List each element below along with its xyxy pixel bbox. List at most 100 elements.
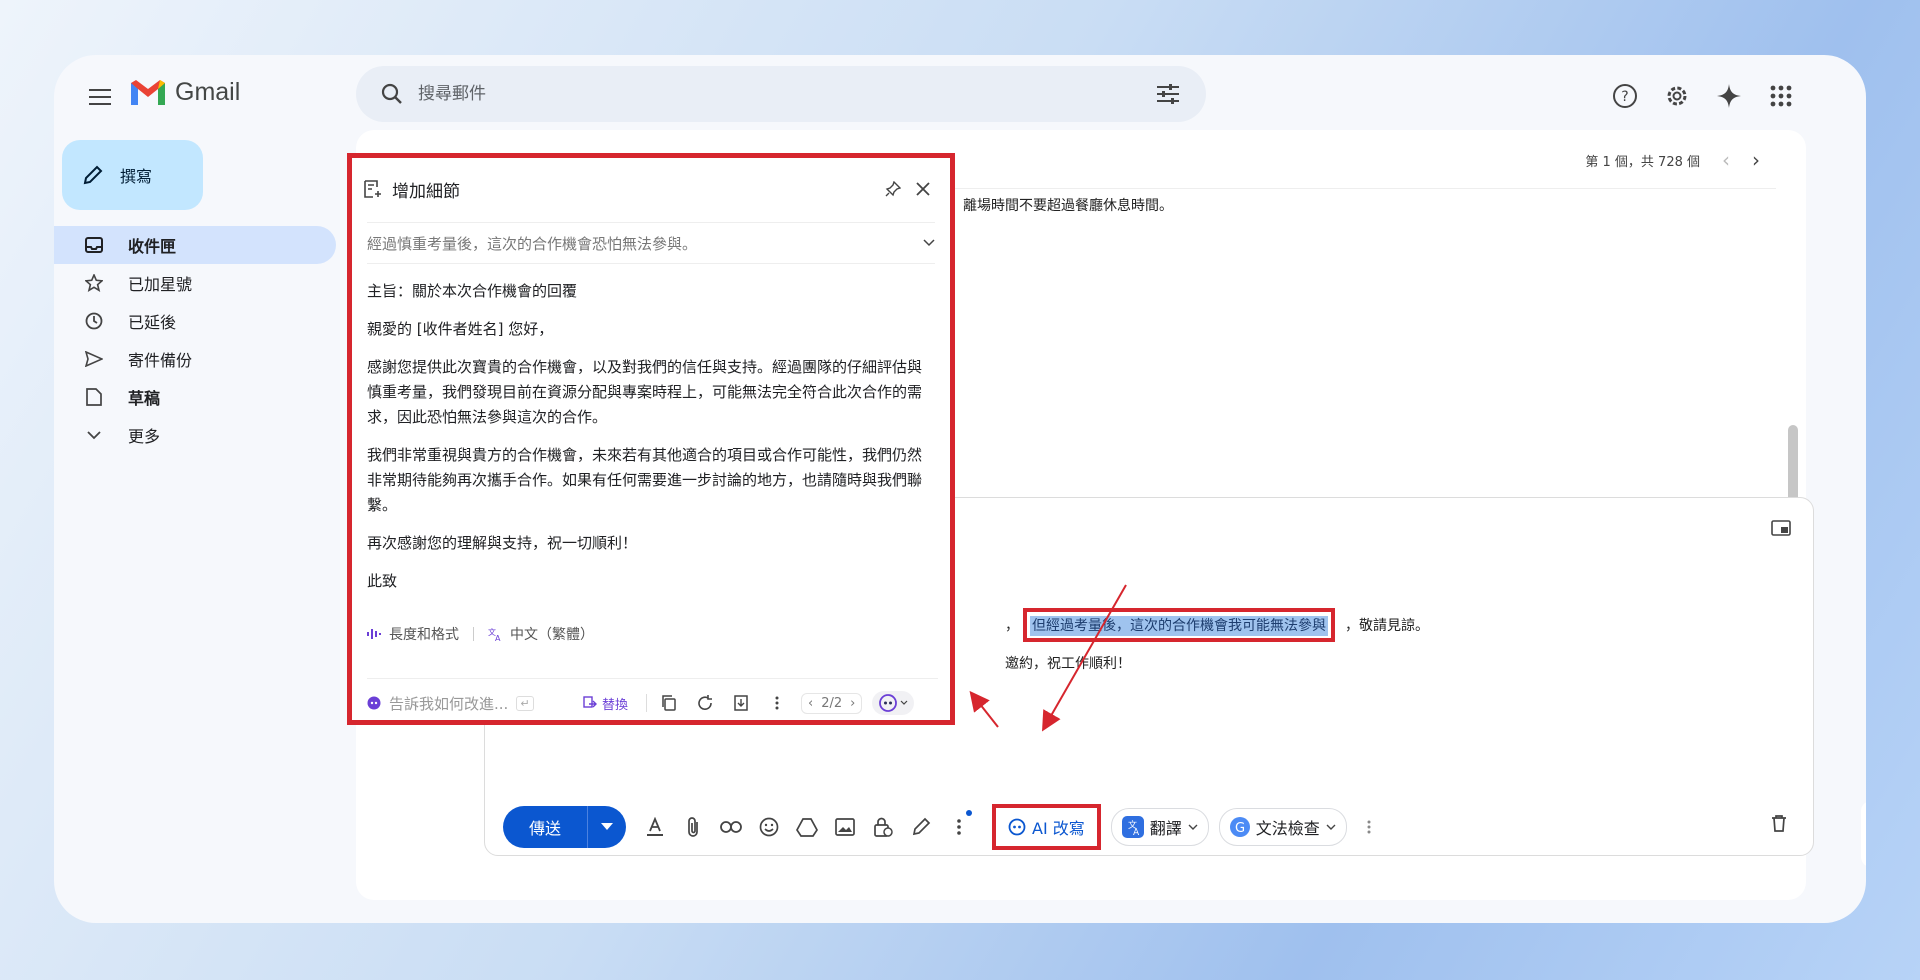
image-icon[interactable] — [826, 808, 864, 846]
hamburger-icon — [89, 89, 111, 105]
attach-icon[interactable] — [674, 808, 712, 846]
tasks-icon[interactable] — [1861, 322, 1866, 388]
ai-assistant-extension-icon[interactable] — [1861, 801, 1866, 867]
popup-footer: 告訴我如何改進... ↵ 替換 ‹ 2/2 › — [367, 678, 938, 719]
sidebar-item-sent[interactable]: 寄件備份 — [54, 340, 336, 378]
sidebar-item-label: 寄件備份 — [128, 351, 193, 370]
sidebar-item-more[interactable]: 更多 — [54, 416, 336, 454]
source-text-dropdown[interactable]: 經過慎重考量後，這次的合作機會恐怕無法參與。 — [367, 222, 935, 264]
sidebar-item-starred[interactable]: 已加星號 — [54, 264, 336, 302]
sidebar-item-label: 已加星號 — [128, 275, 193, 294]
emoji-icon[interactable] — [750, 808, 788, 846]
gmail-m-icon — [131, 80, 165, 105]
clock-icon — [84, 312, 104, 330]
notification-dot — [966, 810, 972, 816]
result-pager: ‹ 2/2 › — [801, 692, 863, 714]
extension-more-icon[interactable] — [1357, 820, 1381, 834]
add-details-icon — [364, 180, 381, 198]
language-option[interactable]: 中文（繁體） — [510, 624, 594, 644]
next-result-icon[interactable]: › — [850, 696, 855, 711]
next-page-icon[interactable]: › — [1752, 148, 1760, 172]
pager-text: 第 1 個，共 728 個 — [1585, 154, 1700, 170]
generated-text: 主旨：關於本次合作機會的回覆 親愛的 [收件者姓名] 您好， 感謝您提供此次寶貴… — [367, 279, 930, 607]
close-icon[interactable] — [908, 182, 938, 196]
book-extension-icon[interactable] — [1861, 537, 1866, 603]
sidebar-item-drafts[interactable]: 草稿 — [54, 378, 336, 416]
body-suffix: ，敬請見諒。 — [1345, 618, 1429, 634]
text-format-icon[interactable] — [636, 808, 674, 846]
search-input[interactable] — [416, 83, 1144, 105]
pin-icon[interactable] — [878, 181, 908, 197]
link-icon[interactable] — [712, 808, 750, 846]
reply-body-line-2[interactable]: 邀約，祝工作順利！ — [1005, 653, 1131, 673]
refine-prompt-input[interactable]: 告訴我如何改進... ↵ — [367, 693, 579, 714]
send-button-group: 傳送 — [503, 806, 626, 848]
formatting-tools — [636, 808, 978, 846]
drive-icon[interactable] — [788, 808, 826, 846]
result-page-indicator: 2/2 — [821, 695, 843, 711]
translate-extension-icon[interactable]: 文A — [1861, 603, 1866, 669]
grammar-check-label: 文法檢查 — [1255, 819, 1320, 838]
help-icon[interactable]: ? — [1604, 75, 1646, 117]
apps-extension-icon[interactable] — [1861, 735, 1866, 801]
confidential-lock-icon[interactable] — [864, 808, 902, 846]
divider — [856, 188, 1776, 189]
save-bookmark-icon[interactable] — [723, 695, 759, 711]
main-menu-button[interactable] — [80, 77, 120, 117]
side-panel-rail: 31 文A — [1861, 190, 1866, 867]
body-prefix: ， — [1005, 618, 1019, 634]
prev-page-icon[interactable]: ‹ — [1722, 148, 1730, 172]
language-icon: 文A — [488, 627, 501, 641]
gmail-window: Gmail ? 撰寫 收件匣 已 — [54, 55, 1866, 923]
popout-icon[interactable] — [1771, 520, 1791, 540]
contacts-icon[interactable] — [1861, 388, 1866, 454]
replace-button[interactable]: 替換 — [583, 694, 628, 713]
svg-text:A: A — [1133, 828, 1140, 838]
keep-icon[interactable] — [1861, 256, 1866, 322]
message-partial-text: 離場時間不要超過餐廳休息時間。 — [963, 198, 1173, 214]
grammar-check-button[interactable]: G 文法檢查 — [1218, 808, 1347, 846]
sidebar-item-snoozed[interactable]: 已延後 — [54, 302, 336, 340]
selected-text[interactable]: 但經過考量後，這次的合作機會我可能無法參與 — [1030, 616, 1328, 636]
gmail-logo-text: Gmail — [175, 77, 241, 106]
chevron-down-icon — [84, 430, 104, 440]
more-options-icon[interactable] — [940, 808, 978, 846]
meta-separator — [473, 627, 474, 641]
ai-rewrite-button[interactable]: AI 改寫 — [992, 804, 1101, 850]
send-options-button[interactable] — [587, 806, 626, 848]
search-icon[interactable] — [368, 83, 416, 105]
prev-result-icon[interactable]: ‹ — [808, 696, 813, 711]
bot-menu-button[interactable] — [872, 691, 915, 715]
copy-icon[interactable] — [651, 695, 687, 711]
more-options-icon[interactable] — [759, 696, 795, 710]
podcast-extension-icon[interactable] — [1861, 669, 1866, 735]
sidebar-item-label: 草稿 — [128, 389, 161, 408]
generated-paragraph: 此致 — [367, 572, 398, 590]
gmail-logo[interactable]: Gmail — [129, 77, 240, 107]
apps-grid-icon[interactable] — [1760, 75, 1802, 117]
send-button[interactable]: 傳送 — [503, 806, 587, 848]
regenerate-icon[interactable] — [687, 695, 723, 711]
compose-button[interactable]: 撰寫 — [62, 140, 203, 210]
top-right-icons: ? — [1604, 75, 1802, 117]
chevron-down-icon — [900, 700, 908, 705]
add-addon-icon[interactable] — [1861, 471, 1866, 537]
translate-button[interactable]: 文A 翻譯 — [1110, 808, 1209, 846]
compose-label: 撰寫 — [120, 167, 153, 186]
caret-down-icon — [601, 823, 613, 830]
signature-pen-icon[interactable] — [902, 808, 940, 846]
discard-draft-icon[interactable] — [1771, 814, 1787, 836]
bot-face-icon — [879, 694, 898, 712]
replace-icon — [583, 696, 597, 708]
gemini-sparkle-icon[interactable] — [1708, 75, 1750, 117]
replace-label: 替換 — [602, 697, 629, 713]
generated-paragraph: 我們非常重視與貴方的合作機會，未來若有其他適合的項目或合作可能性，我們仍然非常期… — [367, 446, 923, 514]
compose-toolbar: 傳送 AI 改寫 文 A 翻譯 G 文法檢查 — [503, 804, 1381, 850]
search-options-icon[interactable] — [1144, 84, 1192, 104]
settings-gear-icon[interactable] — [1656, 75, 1698, 117]
calendar-icon[interactable]: 31 — [1861, 190, 1866, 256]
search-bar[interactable] — [356, 66, 1206, 122]
reply-body-line[interactable]: ， 但經過考量後，這次的合作機會我可能無法參與 ，敬請見諒。 — [1005, 608, 1429, 642]
length-format-option[interactable]: 長度和格式 — [389, 624, 459, 644]
sidebar-item-inbox[interactable]: 收件匣 — [54, 226, 336, 264]
